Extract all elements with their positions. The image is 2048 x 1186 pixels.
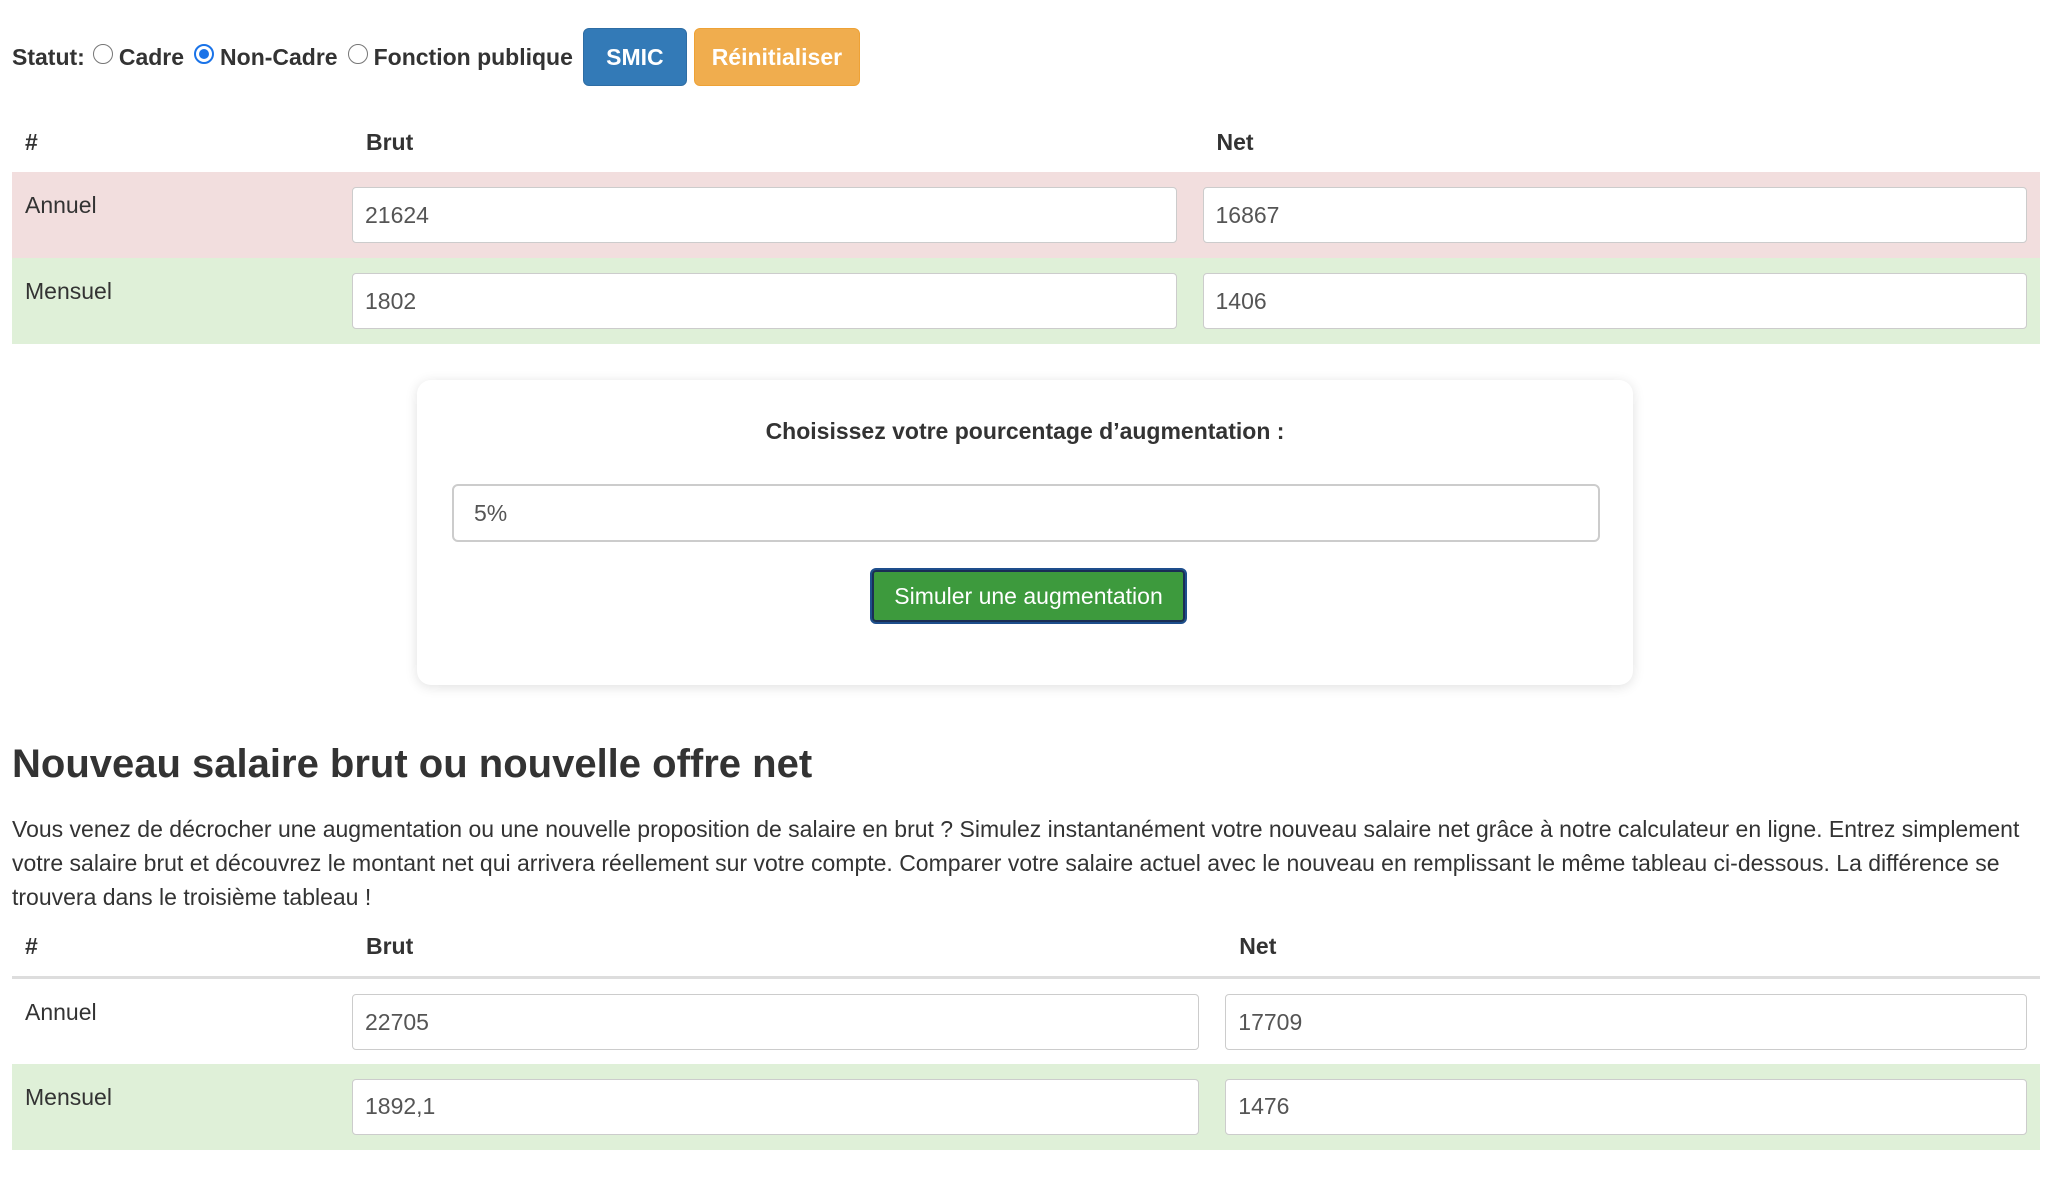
status-option-non-cadre[interactable]: Non-Cadre [190,44,338,71]
row-label-annuel: Annuel [25,192,97,218]
column-header-net: Net [1239,932,1277,959]
status-bar: Statut: Cadre Non-Cadre Fonction publiqu… [12,28,860,86]
table-row-mensuel: Mensuel 1892,1 1476 [12,1063,2040,1150]
new-annual-net-input[interactable]: 17709 [1225,994,2027,1050]
smic-button[interactable]: SMIC [582,28,687,86]
table-row-annuel: Annuel 22705 17709 [12,978,2040,1064]
augmentation-percent-input[interactable]: 5% [452,484,1600,542]
annual-gross-input[interactable]: 21624 [352,187,1177,243]
column-header-brut: Brut [366,932,414,959]
new-monthly-gross-input[interactable]: 1892,1 [352,1078,1200,1135]
radio-non-cadre[interactable] [194,44,215,64]
new-annual-gross-input[interactable]: 22705 [352,994,1200,1050]
column-header-index: # [25,128,38,155]
status-label: Statut: [12,43,85,70]
table-row-annuel: Annuel 21624 16867 [12,172,2040,258]
column-header-brut: Brut [366,128,414,155]
status-option-fonction-publique[interactable]: Fonction publique [344,44,573,71]
augmentation-card: Choisissez votre pourcentage d’augmentat… [417,380,1633,685]
salary-table-current: # Brut Net Annuel 21624 16867 Mensuel 18… [12,112,2040,344]
monthly-net-input[interactable]: 1406 [1202,273,2027,329]
row-label-mensuel: Mensuel [25,278,112,304]
simulate-raise-button[interactable]: Simuler une augmentation [870,568,1187,624]
salary-table-new: # Brut Net Annuel 22705 17709 Mensuel 18… [12,916,2040,1150]
monthly-gross-input[interactable]: 1802 [352,273,1177,329]
radio-fonction-publique[interactable] [347,44,368,64]
radio-non-cadre-label: Non-Cadre [220,43,338,70]
augmentation-title: Choisissez votre pourcentage d’augmentat… [765,418,1285,444]
radio-cadre[interactable] [92,44,113,64]
column-header-index: # [25,932,38,959]
row-label-mensuel: Mensuel [25,1083,112,1110]
annual-net-input[interactable]: 16867 [1202,187,2027,243]
row-label-annuel: Annuel [25,999,97,1025]
new-monthly-net-input[interactable]: 1476 [1225,1078,2027,1135]
table-row-mensuel: Mensuel 1802 1406 [12,258,2040,344]
section-description: Vous venez de décrocher une augmentation… [12,816,2020,910]
column-header-net: Net [1216,128,1254,155]
reset-button[interactable]: Réinitialiser [693,28,860,86]
radio-cadre-label: Cadre [118,43,185,70]
section-title: Nouveau salaire brut ou nouvelle offre n… [12,742,813,786]
radio-fonction-publique-label: Fonction publique [373,43,573,70]
status-option-cadre[interactable]: Cadre [89,44,184,71]
